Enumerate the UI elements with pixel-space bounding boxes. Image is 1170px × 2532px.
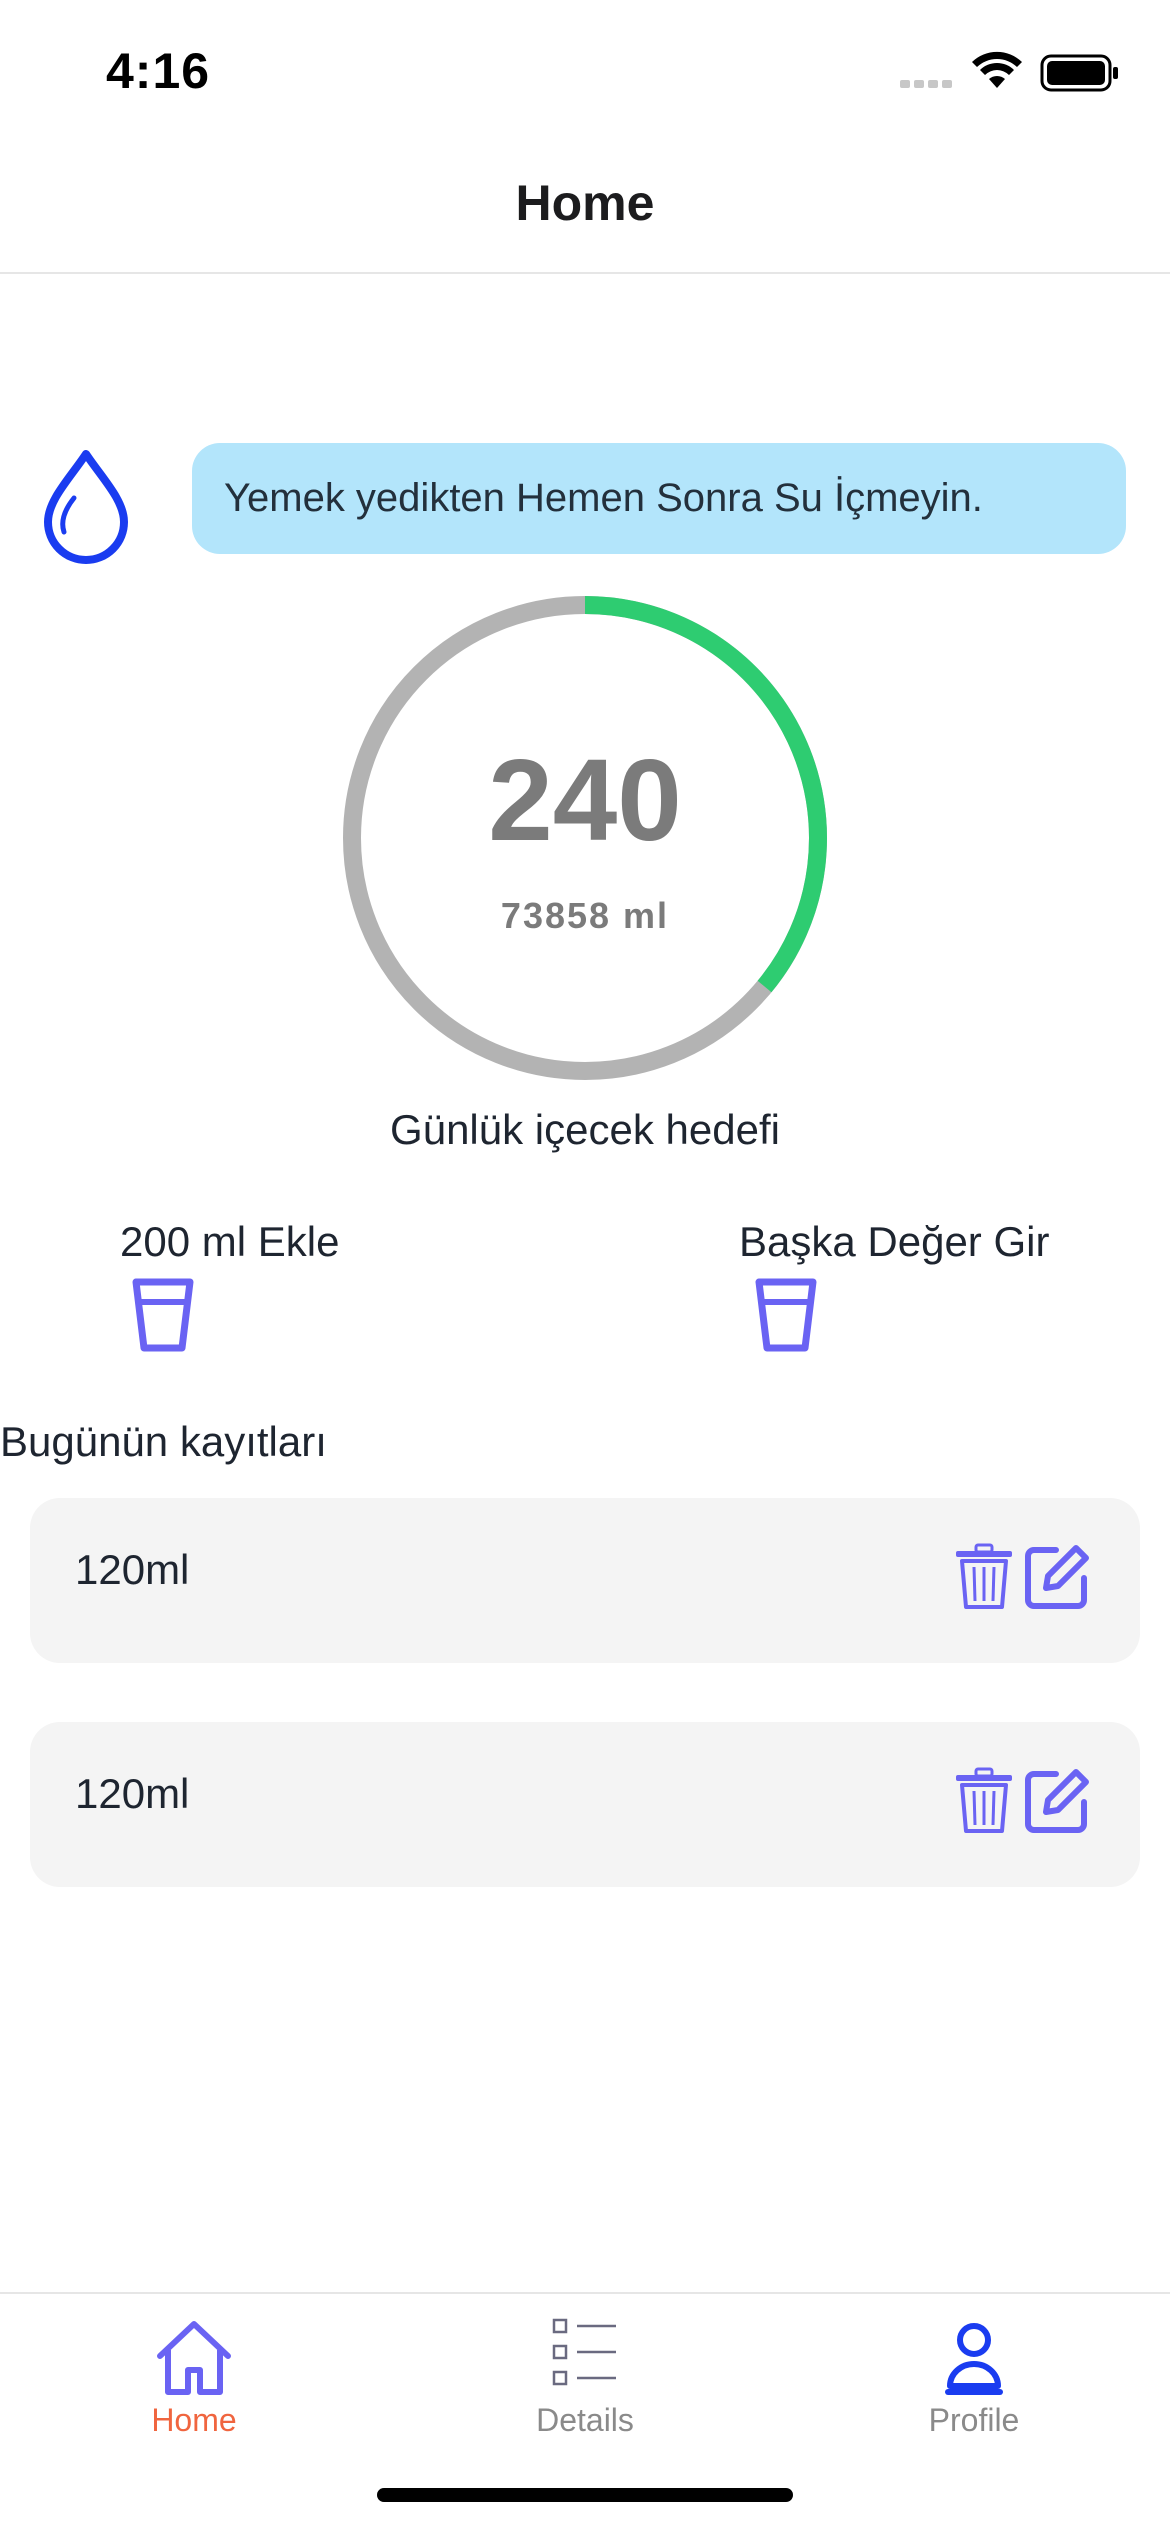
tab-home-label: Home: [151, 2402, 237, 2438]
add-200ml-label: 200 ml Ekle: [120, 1218, 340, 1265]
tab-profile[interactable]: Profile: [824, 2310, 1124, 2450]
record-amount: 120ml: [75, 1770, 190, 1817]
battery-icon: [1040, 54, 1118, 92]
edit-icon[interactable]: [1022, 1766, 1092, 1836]
tab-bar-divider: [0, 2292, 1170, 2294]
records-heading: Bugünün kayıtları: [0, 1418, 327, 1465]
wifi-icon: [972, 51, 1022, 88]
nav-divider: [0, 272, 1170, 274]
progress-unit: ml: [623, 895, 670, 936]
home-indicator: [377, 2488, 793, 2502]
tip-text: Yemek yedikten Hemen Sonra Su İçmeyin.: [224, 476, 983, 520]
status-time: 4:16: [106, 43, 211, 99]
home-icon: [157, 2321, 231, 2395]
tip-bubble: Yemek yedikten Hemen Sonra Su İçmeyin.: [192, 443, 1126, 554]
water-drop-icon: [44, 450, 128, 564]
custom-amount-button[interactable]: Başka Değer Gir: [739, 1218, 1139, 1368]
add-200ml-button[interactable]: 200 ml Ekle: [120, 1218, 520, 1368]
record-card: 120ml: [30, 1498, 1140, 1663]
cellular-signal-icon: [900, 80, 952, 88]
progress-value: 240: [488, 735, 682, 865]
progress-subtext: 73858 ml: [340, 895, 830, 937]
status-icons: [900, 51, 1118, 92]
page-title: Home: [515, 175, 655, 231]
tab-home[interactable]: Home: [44, 2310, 344, 2450]
list-icon: [552, 2318, 616, 2386]
custom-amount-label: Başka Değer Gir: [739, 1218, 1050, 1265]
cup-icon: [132, 1278, 194, 1352]
edit-icon[interactable]: [1022, 1542, 1092, 1612]
tab-details-label: Details: [536, 2402, 634, 2438]
trash-icon[interactable]: [952, 1767, 1016, 1835]
person-icon: [945, 2323, 1003, 2395]
tab-profile-label: Profile: [928, 2402, 1020, 2438]
record-amount: 120ml: [75, 1546, 190, 1593]
record-card: 120ml: [30, 1722, 1140, 1887]
trash-icon[interactable]: [952, 1543, 1016, 1611]
cup-icon: [755, 1278, 817, 1352]
tab-details[interactable]: Details: [435, 2310, 735, 2450]
progress-caption: Günlük içecek hedefi: [390, 1106, 780, 1153]
progress-amount: 73858: [500, 895, 612, 936]
